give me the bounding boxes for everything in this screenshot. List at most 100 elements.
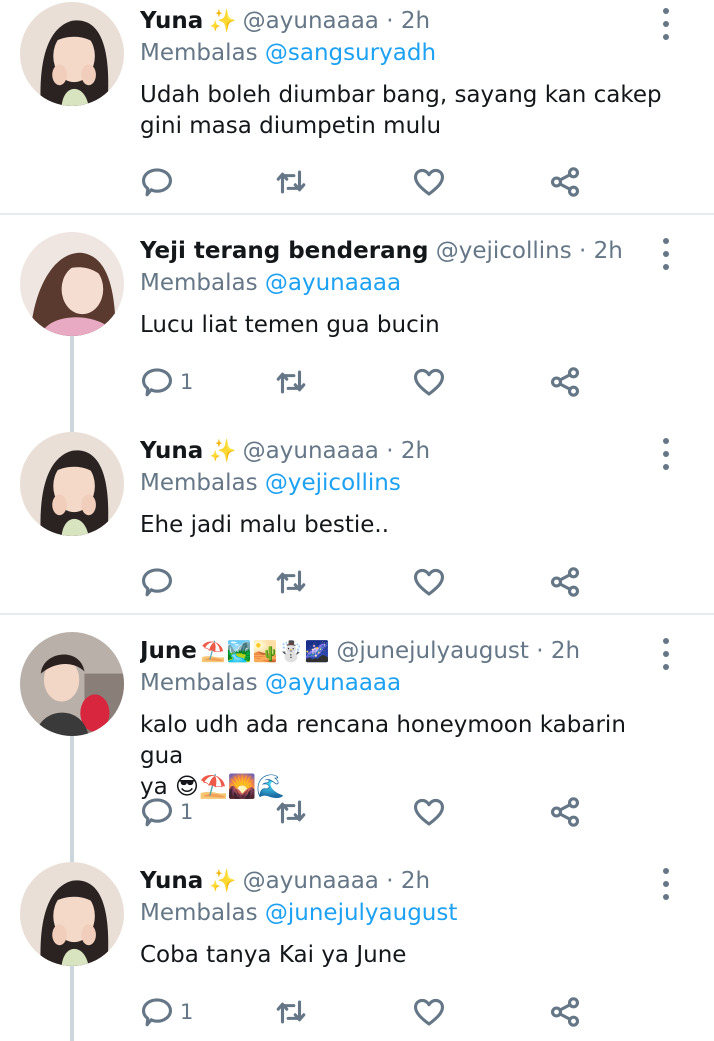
tweet-text-line: Udah boleh diumbar bang, sayang kan cake… <box>140 82 662 108</box>
share-icon <box>550 797 580 827</box>
more-vertical-icon[interactable] <box>656 8 676 40</box>
mention-link[interactable]: @sangsuryadh <box>265 40 436 66</box>
retweet-button[interactable] <box>274 162 308 202</box>
timestamp[interactable]: 2h <box>401 868 430 894</box>
more-vertical-icon[interactable] <box>656 438 676 470</box>
tweet[interactable]: Yuna ✨ @ayunaaaa · 2h Membalas @junejulyau… <box>0 860 714 1041</box>
reply-icon <box>141 568 173 597</box>
separator-dot: · <box>536 638 544 664</box>
retweet-icon <box>276 800 306 824</box>
tweet[interactable]: June ⛱️🏞️🏜️☃️🌌 @junejulyaugust · 2h Membal… <box>0 630 714 850</box>
mention-link[interactable]: @ayunaaaa <box>265 270 401 296</box>
replying-to-label: Membalas <box>140 900 258 926</box>
timestamp[interactable]: 2h <box>401 8 430 34</box>
display-name[interactable]: June <box>140 638 197 664</box>
more-vertical-icon[interactable] <box>656 638 676 670</box>
reply-button[interactable] <box>140 562 180 602</box>
replying-to: Membalas @sangsuryadh <box>140 36 436 70</box>
username-handle[interactable]: @yejicollins <box>436 238 572 264</box>
like-button[interactable] <box>412 162 446 202</box>
tweet-text-line: Ehe jadi malu bestie.. <box>140 512 390 538</box>
reply-button[interactable] <box>140 162 180 202</box>
tweet-text-line: gini masa diumpetin mulu <box>140 113 442 139</box>
timestamp[interactable]: 2h <box>594 238 623 264</box>
mention-link[interactable]: @ayunaaaa <box>265 670 401 696</box>
retweet-button[interactable] <box>274 562 308 602</box>
tweet-divider <box>0 213 714 215</box>
replying-to: Membalas @junejulyaugust <box>140 896 457 930</box>
replying-to: Membalas @ayunaaaa <box>140 666 401 700</box>
sparkles-icon: ✨ <box>209 439 237 464</box>
tweet[interactable]: Yeji terang benderang @yejicollins · 2h … <box>0 230 714 420</box>
timestamp[interactable]: 2h <box>551 638 580 664</box>
mention-link[interactable]: @yejicollins <box>265 470 401 496</box>
share-button[interactable] <box>548 162 582 202</box>
retweet-button[interactable] <box>274 992 308 1032</box>
like-icon <box>413 998 445 1026</box>
tweet-actions <box>140 162 600 202</box>
like-button[interactable] <box>412 792 446 832</box>
more-vertical-icon[interactable] <box>656 868 676 900</box>
like-icon <box>413 168 445 196</box>
tweet-text-line: Coba tanya Kai ya June <box>140 942 407 968</box>
tweet-actions: 1 <box>140 362 600 402</box>
share-button[interactable] <box>548 992 582 1032</box>
more-vertical-icon[interactable] <box>656 238 676 270</box>
replying-to: Membalas @ayunaaaa <box>140 266 401 300</box>
avatar-image <box>20 432 124 536</box>
display-name[interactable]: Yeji terang benderang <box>140 238 428 264</box>
tweet-text: kalo udh ada rencana honeymoon kabarin g… <box>140 710 674 803</box>
like-icon <box>413 368 445 396</box>
like-button[interactable] <box>412 362 446 402</box>
share-icon <box>550 567 580 597</box>
tweet-header: Yuna ✨ @ayunaaaa · 2h <box>140 434 654 468</box>
avatar-yuna[interactable] <box>20 432 124 536</box>
retweet-button[interactable] <box>274 362 308 402</box>
display-name[interactable]: Yuna <box>140 868 203 894</box>
tweet-text: Coba tanya Kai ya June <box>140 940 674 971</box>
separator-dot: · <box>386 8 394 34</box>
display-name[interactable]: Yuna <box>140 8 203 34</box>
tweet-text: Udah boleh diumbar bang, sayang kan cake… <box>140 80 674 142</box>
tweet[interactable]: Yuna ✨ @ayunaaaa · 2h Membalas @yejicollin… <box>0 430 714 610</box>
share-button[interactable] <box>548 792 582 832</box>
username-handle[interactable]: @ayunaaaa <box>243 868 379 894</box>
avatar-yeji[interactable] <box>20 232 124 336</box>
tweet-text: Lucu liat temen gua bucin <box>140 310 674 341</box>
sparkles-icon: ✨ <box>209 869 237 894</box>
tweet[interactable]: Yuna ✨ @ayunaaaa · 2h Membalas @sangsuryad… <box>0 0 714 212</box>
share-icon <box>550 367 580 397</box>
avatar-image <box>20 862 124 966</box>
username-handle[interactable]: @junejulyaugust <box>336 638 529 664</box>
separator-dot: · <box>579 238 587 264</box>
tweet-header: Yeji terang benderang @yejicollins · 2h <box>140 234 654 268</box>
tweet-text-line: Lucu liat temen gua bucin <box>140 312 440 338</box>
like-button[interactable] <box>412 992 446 1032</box>
username-handle[interactable]: @ayunaaaa <box>243 8 379 34</box>
like-button[interactable] <box>412 562 446 602</box>
mention-link[interactable]: @junejulyaugust <box>265 900 458 926</box>
tweet-actions: 1 <box>140 792 600 832</box>
retweet-button[interactable] <box>274 792 308 832</box>
reply-button[interactable]: 1 <box>140 992 193 1032</box>
replying-to-label: Membalas <box>140 40 258 66</box>
avatar-june[interactable] <box>20 632 124 736</box>
share-button[interactable] <box>548 562 582 602</box>
timestamp[interactable]: 2h <box>401 438 430 464</box>
reply-button[interactable]: 1 <box>140 792 193 832</box>
reply-button[interactable]: 1 <box>140 362 193 402</box>
avatar-image <box>20 632 124 736</box>
username-handle[interactable]: @ayunaaaa <box>243 438 379 464</box>
reply-icon <box>141 368 173 397</box>
retweet-icon <box>276 570 306 594</box>
display-name[interactable]: Yuna <box>140 438 203 464</box>
reply-count: 1 <box>180 370 194 394</box>
separator-dot: · <box>386 438 394 464</box>
tweet-divider <box>0 613 714 615</box>
share-button[interactable] <box>548 362 582 402</box>
like-icon <box>413 568 445 596</box>
avatar-yuna[interactable] <box>20 862 124 966</box>
avatar-yuna[interactable] <box>20 2 124 106</box>
like-icon <box>413 798 445 826</box>
reply-icon <box>141 798 173 827</box>
